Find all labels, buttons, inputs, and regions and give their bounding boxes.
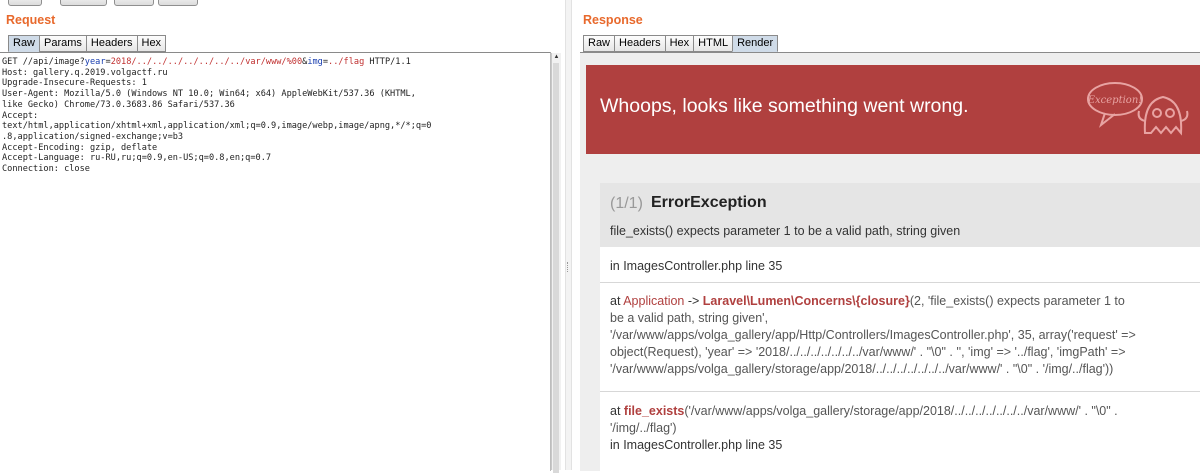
request-tabs: Raw Params Headers Hex (8, 35, 167, 52)
exception-ghost-icon: Exception! (1087, 82, 1189, 136)
frame2-args-line-2: '/img/../flag') (610, 421, 677, 435)
request-raw-text[interactable]: GET //api/image?year=2018/../../../../..… (2, 57, 542, 175)
frame1-class: Application (623, 294, 685, 308)
toolbar-button-4[interactable] (158, 0, 198, 6)
frame1-args-line-1: (2, 'file_exists() expects parameter 1 t… (909, 294, 1125, 308)
frame1-arrow: -> (684, 294, 703, 308)
trace-location: in ImagesController.php line 35 (610, 259, 783, 273)
toolbar-button-1[interactable] (8, 0, 42, 6)
tab-render[interactable]: Render (732, 35, 779, 52)
header-user-agent-cont: like Gecko) Chrome/73.0.3683.86 Safari/5… (2, 99, 235, 110)
tab-headers[interactable]: Headers (614, 35, 666, 52)
param-year-key: year (84, 57, 106, 67)
exception-count: (1/1) (610, 195, 643, 212)
tab-hex[interactable]: Hex (664, 35, 695, 52)
header-connection: Connection: close (2, 164, 90, 175)
request-title: Request (6, 13, 56, 27)
request-protocol: HTTP/1.1 (364, 57, 411, 67)
header-accept: Accept: (2, 110, 39, 121)
exception-name: ErrorException (651, 194, 767, 211)
frame1-args-line-4: object(Request), 'year' => '2018/../../.… (610, 345, 1126, 359)
scroll-up-arrow-icon[interactable]: ▲ (552, 53, 561, 61)
header-accept-language: Accept-Language: ru-RU,ru;q=0.9,en-US;q=… (2, 153, 272, 164)
request-scrollbar[interactable]: ▲ (551, 53, 561, 473)
param-img-key: img (307, 57, 323, 67)
frame1-args-line-2: be a valid path, string given', (610, 311, 769, 325)
error-banner-text: Whoops, looks like something went wrong. (600, 95, 969, 117)
frame2-location: in ImagesController.php line 35 (610, 438, 783, 452)
response-title: Response (583, 13, 643, 27)
header-upgrade-insecure: Upgrade-Insecure-Requests: 1 (2, 78, 147, 89)
tab-raw[interactable]: Raw (583, 35, 616, 52)
header-user-agent: User-Agent: Mozilla/5.0 (Windows NT 10.0… (2, 89, 416, 100)
tab-html[interactable]: HTML (693, 35, 734, 52)
param-img-value: ../flag (328, 57, 365, 67)
exception-card: (1/1) ErrorException file_exists() expec… (600, 183, 1200, 471)
request-editor[interactable]: GET //api/image?year=2018/../../../../..… (0, 52, 551, 471)
frame2-args-line-1: ('/var/www/apps/volga_gallery/storage/ap… (684, 404, 1118, 418)
splitter-grip-icon[interactable] (567, 262, 571, 272)
toolbar-button-2[interactable] (60, 0, 107, 6)
scrollbar-thumb[interactable] (553, 63, 559, 473)
exception-header: (1/1) ErrorException file_exists() expec… (600, 183, 1200, 247)
exception-message: file_exists() expects parameter 1 to be … (610, 224, 961, 238)
frame1-args-line-5: '/var/www/apps/volga_gallery/storage/app… (610, 362, 1114, 376)
param-year-value: 2018/../../../../../../../var/www/%00 (110, 57, 303, 67)
frame2-at: at (610, 404, 624, 418)
response-render-view: Whoops, looks like something went wrong.… (580, 52, 1200, 471)
toolbar-button-3[interactable] (114, 0, 154, 6)
header-accept-value: text/html,application/xhtml+xml,applicat… (2, 121, 432, 132)
header-accept-encoding: Accept-Encoding: gzip, deflate (2, 142, 158, 153)
header-accept-value-cont: .8,application/signed-exchange;v=b3 (2, 131, 184, 142)
frame1-at: at (610, 294, 624, 308)
header-host: Host: gallery.q.2019.volgactf.ru (2, 67, 168, 78)
frame2-function: file_exists (623, 404, 685, 418)
response-tabs: Raw Headers Hex HTML Render (583, 35, 779, 52)
tab-raw[interactable]: Raw (8, 35, 41, 52)
trace-frame-2: at file_exists('/var/www/apps/volga_gall… (600, 392, 1200, 471)
request-method-path: GET //api/image? (2, 57, 85, 67)
trace-location-row: in ImagesController.php line 35 (600, 247, 1200, 283)
trace-frame-1: at Application -> Laravel\Lumen\Concerns… (600, 283, 1200, 392)
tab-hex[interactable]: Hex (136, 35, 167, 52)
tab-headers[interactable]: Headers (85, 35, 138, 52)
tab-params[interactable]: Params (39, 35, 87, 52)
mascot-label: Exception! (1087, 95, 1143, 106)
panel-splitter[interactable] (565, 0, 572, 470)
error-banner: Whoops, looks like something went wrong.… (586, 65, 1200, 154)
frame1-function: Laravel\Lumen\Concerns\{closure} (702, 294, 910, 308)
frame1-args-line-3: '/var/www/apps/volga_gallery/app/Http/Co… (610, 328, 1136, 342)
